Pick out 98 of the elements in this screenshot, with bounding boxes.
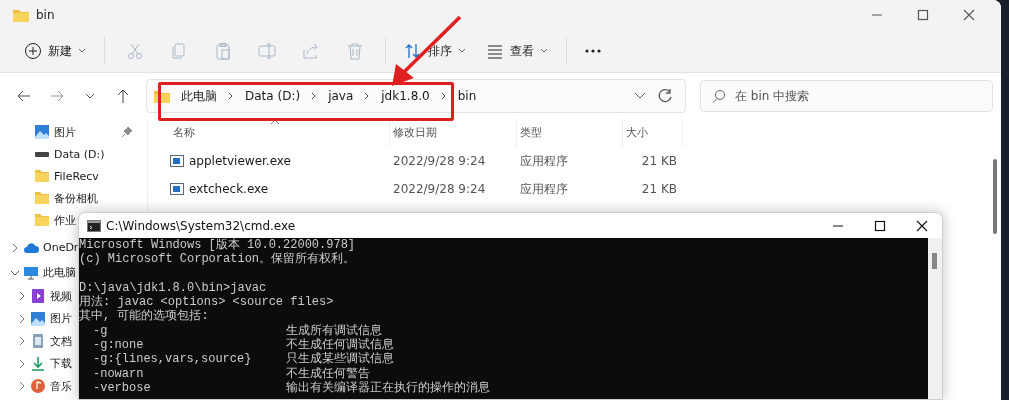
scrollbar-thumb[interactable] [932, 253, 937, 269]
drive-icon [35, 151, 49, 157]
refresh-icon[interactable] [657, 88, 673, 104]
picture-icon [30, 310, 46, 327]
application-icon [170, 182, 184, 196]
breadcrumb-item[interactable]: Data (D:) [245, 89, 301, 103]
breadcrumb-item[interactable]: bin [457, 89, 477, 103]
caret-icon [540, 48, 548, 54]
rename-icon [258, 42, 276, 60]
music-icon [30, 378, 46, 395]
sidebar-item[interactable]: 作业 [0, 209, 76, 231]
console-text: 不生成任何调试信息 [286, 338, 394, 353]
sidebar-item[interactable]: Data (D:) [0, 143, 105, 165]
maximize-icon[interactable] [874, 219, 886, 232]
column-header[interactable]: 类型 [517, 119, 623, 147]
maximize-icon[interactable] [917, 9, 929, 21]
console-option: -g [93, 323, 108, 339]
folder-icon [34, 212, 50, 228]
console-line: (c) Microsoft Corporation。保留所有权利。 [79, 252, 357, 267]
close-icon[interactable] [916, 219, 928, 232]
chevron-right-icon[interactable] [10, 242, 20, 253]
sort-caret-icon[interactable] [270, 119, 280, 125]
more-icon [585, 49, 601, 53]
console-line: 用法: javac <options> <source files> [79, 295, 335, 310]
console-option: -verbose [93, 380, 151, 396]
folder-icon [34, 168, 50, 184]
console-text: 不生成任何警告 [286, 366, 370, 381]
sort-arrows-icon [404, 42, 422, 60]
sidebar-item[interactable]: FileRecv [0, 165, 99, 187]
console-option: -g:{lines,vars,source} [93, 352, 252, 367]
console-option: -g:none [93, 338, 144, 353]
console-line: Microsoft Windows [版本 10.0.22000.978] [79, 238, 357, 252]
table-cell-text: 21 KB [640, 154, 678, 168]
search-icon [712, 89, 726, 103]
film-icon [30, 288, 46, 305]
chevron-right-icon [439, 91, 448, 101]
picture-icon [34, 124, 50, 140]
address-bar[interactable]: 此电脑 Data (D:) java jdk1.8.0 bin [146, 79, 686, 113]
document-icon [30, 333, 46, 350]
chevron-right-icon[interactable] [17, 291, 27, 302]
breadcrumb-item[interactable]: jdk1.8.0 [381, 89, 430, 103]
chevron-right-icon[interactable] [17, 381, 27, 392]
monitor-icon [23, 264, 39, 281]
plus-circle-icon [24, 42, 42, 60]
share-icon [302, 42, 320, 60]
console-option: -nowarn [93, 366, 144, 381]
trash-icon [346, 42, 364, 60]
view-button[interactable]: 查看 [478, 35, 556, 67]
sidebar-item[interactable]: 图片 [0, 121, 147, 143]
scissors-icon [126, 42, 144, 60]
column-header[interactable]: 名称 [170, 119, 390, 147]
table-cell-text: 2022/9/28 9:24 [392, 182, 487, 196]
table-cell-text: 2022/9/28 9:24 [392, 154, 487, 168]
chevron-down-icon[interactable] [633, 91, 647, 101]
file-name[interactable]: appletviewer.exe [189, 154, 291, 168]
window-title: C:\Windows\System32\cmd.exe [106, 218, 296, 233]
column-header[interactable]: 大小 [623, 119, 683, 147]
search-field[interactable]: 在 bin 中搜索 [700, 80, 993, 112]
console-line: D:\java\jdk1.8.0\bin>javac [79, 280, 268, 295]
chevron-right-icon[interactable] [17, 313, 27, 324]
file-name[interactable]: extcheck.exe [189, 182, 269, 196]
console-text: 输出有关编译器正在执行的操作的消息 [286, 380, 490, 396]
sidebar-item[interactable]: 此电脑 [0, 260, 76, 285]
folder-icon [12, 7, 30, 23]
console-icon [87, 219, 101, 232]
scrollbar[interactable] [993, 159, 997, 234]
chevron-right-icon[interactable] [17, 358, 27, 369]
sidebar-item[interactable]: 视频 [0, 285, 72, 308]
window-title: bin [36, 8, 55, 22]
copy-icon [170, 42, 188, 60]
sidebar-item[interactable]: 文档 [0, 330, 72, 353]
clipboard-icon [214, 42, 232, 60]
sidebar-item[interactable]: 下载 [0, 352, 72, 375]
pin-icon[interactable] [121, 126, 133, 138]
new-button[interactable]: 新建 [16, 35, 94, 67]
caret-icon [78, 48, 86, 54]
sidebar-item[interactable]: OneDr [0, 235, 79, 260]
chevron-right-icon[interactable] [17, 336, 27, 347]
chevron-right-icon [227, 91, 235, 101]
lines-icon [486, 42, 504, 60]
chevron-down-icon [85, 93, 95, 99]
application-icon [170, 154, 184, 168]
console-text: 只生成某些调试信息 [286, 352, 394, 367]
sidebar-item[interactable]: 备份相机 [0, 187, 98, 209]
console-line: 其中, 可能的选项包括: [79, 309, 210, 324]
breadcrumb-item[interactable]: 此电脑 [181, 87, 217, 105]
sidebar-item[interactable]: 图片 [0, 307, 72, 330]
console-text: 生成所有调试信息 [286, 323, 382, 338]
table-cell-text: 应用程序 [519, 180, 569, 198]
table-cell-text: 应用程序 [519, 152, 569, 170]
column-header[interactable]: 修改日期 [390, 119, 517, 147]
caret-icon [458, 48, 466, 54]
table-cell-text: 21 KB [640, 182, 678, 196]
sidebar-item[interactable]: 音乐 [0, 375, 72, 398]
folder-icon [34, 190, 50, 206]
download-icon [30, 355, 46, 372]
breadcrumb-item[interactable]: java [328, 89, 354, 103]
close-icon[interactable] [963, 9, 975, 21]
